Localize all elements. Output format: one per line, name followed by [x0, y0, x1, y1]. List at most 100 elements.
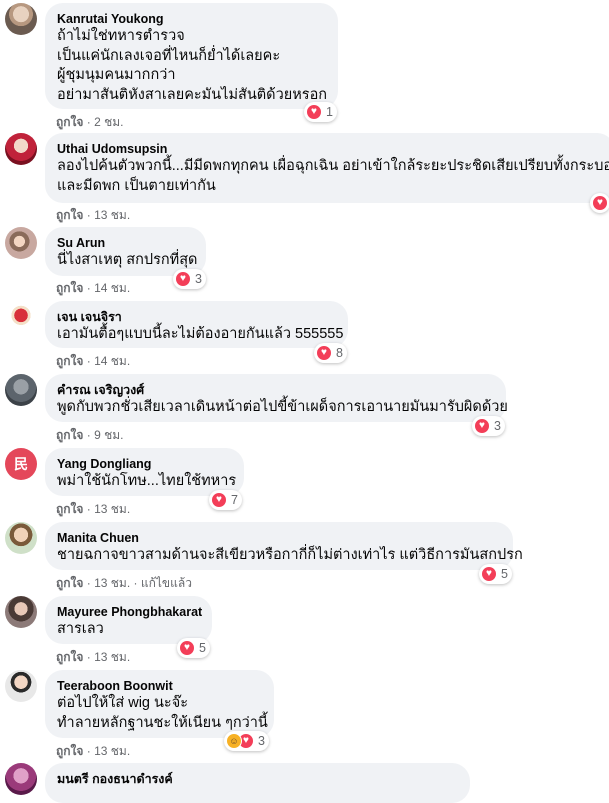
reaction-summary[interactable]: ♥ 3 — [472, 416, 505, 436]
comment-bubble: Uthai Udomsupsin ลองไปค้นตัวพวกนี้...มีม… — [45, 133, 609, 203]
comment-author[interactable]: Manita Chuen — [57, 530, 501, 546]
comment-actions: ถูกใจ · 13 ชม. — [56, 648, 130, 667]
avatar[interactable] — [5, 374, 37, 406]
reaction-count: 1 — [326, 105, 333, 119]
comment-bubble: Manita Chuen ชายฉกาจขาวสามด้านจะสีเขียวห… — [45, 522, 523, 570]
avatar[interactable] — [5, 670, 37, 702]
comment-actions: ถูกใจ · 2 ชม. — [56, 113, 124, 132]
comment-author[interactable]: Su Arun — [57, 235, 194, 251]
like-button[interactable]: ถูกใจ — [56, 428, 83, 442]
comment-author[interactable]: มนตรี กองธนาดำรงค์ — [57, 771, 458, 787]
separator: · — [86, 428, 95, 442]
reaction-summary[interactable]: ♥ 8 — [314, 343, 347, 363]
like-button[interactable]: ถูกใจ — [56, 208, 83, 222]
comment-list: Kanrutai Youkong ถ้าไม่ใช่ทหารตำรวจ เป็น… — [0, 0, 609, 803]
reaction-summary[interactable]: ♥ 5 — [177, 638, 210, 658]
comment-timestamp[interactable]: 14 ชม. — [94, 281, 130, 295]
comment-timestamp[interactable]: 2 ชม. — [94, 115, 123, 129]
comment-bubble: Teeraboon Boonwit ต่อไปให้ใส่ wig นะจ๊ะ … — [45, 670, 274, 738]
heart-reaction-icon: ♥ — [306, 104, 322, 120]
comment-bubble: คำรณ เจริญวงศ์ พูดกับพวกชั่วเสียเวลาเดิน… — [45, 374, 508, 422]
separator: · — [86, 650, 95, 664]
avatar[interactable] — [5, 522, 37, 554]
avatar[interactable] — [5, 227, 37, 259]
comment-bubble: เจน เจนจิรา เอามันตื้อๆแบบนี้ละไม่ต้องอา… — [45, 301, 348, 348]
heart-reaction-icon: ♥ — [592, 195, 608, 211]
comment-text-line: ทำลายหลักฐานชะให้เนียน ๆกว่านี้ — [57, 714, 268, 731]
comment-text-line: ถ้าไม่ใช่ทหารตำรวจ — [57, 28, 185, 44]
comment-text-line: เอามันตื้อๆแบบนี้ละไม่ต้องอายกันแล้ว 555… — [57, 326, 344, 342]
reaction-count: 7 — [231, 493, 238, 507]
comment-timestamp[interactable]: 13 ชม. — [94, 502, 130, 516]
comment-author[interactable]: Yang Dongliang — [57, 456, 232, 472]
reaction-summary[interactable]: ☺ ♥ 3 — [224, 731, 269, 751]
comment-text-line: นี่ไงสาเหตุ สกปรกที่สุด — [57, 252, 198, 268]
comment-text-line: พูดกับพวกชั่วเสียเวลาเดินหน้าต่อไปขี้ข้า… — [57, 399, 508, 415]
comment-text-line: พม่าใช้นักโทษ...ไทยใช้ทหาร — [57, 473, 237, 489]
comment-author[interactable]: Teeraboon Boonwit — [57, 678, 262, 694]
avatar[interactable] — [5, 3, 37, 35]
like-button[interactable]: ถูกใจ — [56, 281, 83, 295]
comment-actions: ถูกใจ · 14 ชม. — [56, 352, 130, 371]
comment-author[interactable]: คำรณ เจริญวงศ์ — [57, 382, 494, 398]
like-button[interactable]: ถูกใจ — [56, 650, 83, 664]
reaction-summary[interactable]: ♥ — [590, 193, 609, 213]
comment-text-line: เป็นแค่นักเลงเจอที่ไหนก็ย่ำได้เลยคะ — [57, 47, 281, 64]
heart-reaction-icon: ♥ — [211, 492, 227, 508]
reaction-count: 5 — [199, 641, 206, 655]
comment-actions: ถูกใจ · 14 ชม. — [56, 279, 130, 298]
like-button[interactable]: ถูกใจ — [56, 502, 83, 516]
comment-actions: ถูกใจ · 13 ชม. — [56, 206, 130, 225]
comment-actions: ถูกใจ · 13 ชม. — [56, 742, 130, 761]
avatar-initial: 民 — [14, 456, 28, 472]
comment-author[interactable]: Uthai Udomsupsin — [57, 141, 603, 157]
comment-timestamp[interactable]: 13 ชม. — [94, 208, 130, 222]
separator: · — [86, 115, 95, 129]
haha-reaction-icon: ☺ — [226, 733, 242, 749]
separator: · — [86, 744, 95, 758]
reaction-count: 5 — [501, 567, 508, 581]
comment-timestamp[interactable]: 9 ชม. — [94, 428, 123, 442]
comment-text-line: ลองไปค้นตัวพวกนี้...มีมีดพกทุกคน เผื่อฉุ… — [57, 158, 609, 174]
separator: · — [86, 208, 95, 222]
avatar[interactable] — [5, 133, 37, 165]
separator: · — [86, 502, 95, 516]
heart-reaction-icon: ♥ — [316, 345, 332, 361]
separator: · — [86, 281, 95, 295]
comment-timestamp[interactable]: 13 ชม. — [94, 744, 130, 758]
avatar[interactable] — [5, 763, 37, 795]
reaction-summary[interactable]: ♥ 7 — [209, 490, 242, 510]
reaction-count: 8 — [336, 346, 343, 360]
like-button[interactable]: ถูกใจ — [56, 576, 83, 590]
comment-timestamp[interactable]: 13 ชม. — [94, 576, 130, 590]
comment-text-line: สารเลว — [57, 621, 104, 637]
edited-label[interactable]: แก้ไขแล้ว — [141, 576, 192, 590]
comment-author[interactable]: Mayuree Phongbhakarat — [57, 604, 202, 620]
comment-timestamp[interactable]: 14 ชม. — [94, 354, 130, 368]
avatar[interactable] — [5, 301, 37, 333]
comment-text-line: อย่ามาสันติหังสาเลยคะมันไม่สันติด้วยหรอก — [57, 86, 328, 103]
like-button[interactable]: ถูกใจ — [56, 744, 83, 758]
reaction-count: 3 — [494, 419, 501, 433]
comment-bubble: Yang Dongliang พม่าใช้นักโทษ...ไทยใช้ทหา… — [45, 448, 244, 496]
comment-actions: ถูกใจ · 13 ชม. · แก้ไขแล้ว — [56, 574, 192, 593]
comment-author[interactable]: เจน เจนจิรา — [57, 309, 336, 325]
separator: · — [133, 576, 141, 590]
comment-actions: ถูกใจ · 13 ชม. — [56, 500, 130, 519]
comment-text-line: ผู้ชุมนุมคนมากกว่า — [57, 67, 176, 83]
avatar[interactable] — [5, 596, 37, 628]
avatar[interactable]: 民 — [5, 448, 37, 480]
like-button[interactable]: ถูกใจ — [56, 354, 83, 368]
comment-text-line: และมีดพก เป็นตายเท่ากัน — [57, 177, 216, 194]
comment-bubble: มนตรี กองธนาดำรงค์ — [45, 763, 470, 803]
comment-timestamp[interactable]: 13 ชม. — [94, 650, 130, 664]
comment-bubble: Kanrutai Youkong ถ้าไม่ใช่ทหารตำรวจ เป็น… — [45, 3, 338, 109]
reaction-summary[interactable]: ♥ 1 — [304, 102, 337, 122]
reaction-count: 3 — [195, 272, 202, 286]
reaction-summary[interactable]: ♥ 3 — [173, 269, 206, 289]
reaction-count: 3 — [258, 734, 265, 748]
separator: · — [86, 576, 95, 590]
like-button[interactable]: ถูกใจ — [56, 115, 83, 129]
comment-author[interactable]: Kanrutai Youkong — [57, 11, 326, 27]
reaction-summary[interactable]: ♥ 5 — [479, 564, 512, 584]
